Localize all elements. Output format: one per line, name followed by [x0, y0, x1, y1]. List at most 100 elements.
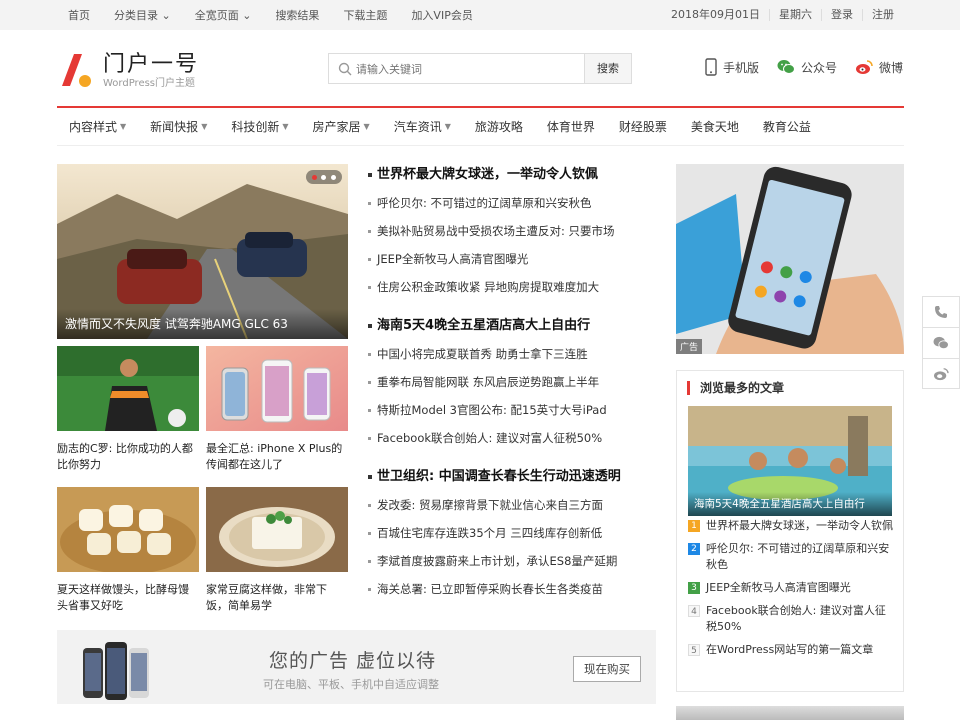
logo-icon[interactable] [62, 50, 94, 90]
nav-item-auto[interactable]: 汽车资讯 ▼ [382, 118, 463, 135]
phone-icon [705, 58, 717, 76]
thumb-title[interactable]: 最全汇总: iPhone X Plus的传闻都在这儿了 [206, 441, 348, 473]
thumb-card[interactable]: 家常豆腐这样做，非常下饭，简单易学 [206, 487, 348, 614]
main-nav: 内容样式 ▼ 新闻快报 ▼ 科技创新 ▼ 房产家居 ▼ 汽车资讯 ▼ 旅游攻略 体育世界 … [57, 106, 904, 146]
thumb-card[interactable]: 励志的C罗: 比你成功的人都比你努力 [57, 346, 199, 473]
news-item[interactable]: 呼伦贝尔: 不可错过的辽阔草原和兴安秋色 [368, 192, 656, 220]
top-nav-vip[interactable]: 加入VIP会员 [411, 7, 472, 23]
thumb-title[interactable]: 夏天这样做馒头，比酵母馒头省事又好吃 [57, 582, 199, 614]
register-link[interactable]: 注册 [862, 9, 903, 21]
chevron-down-icon: ▼ [444, 122, 451, 131]
hot-list-item[interactable]: 3 JEEP全新牧马人高清官图曝光 [688, 580, 893, 596]
hot-list-item[interactable]: 1 世界杯最大牌女球迷，一举动令人钦佩 [688, 518, 893, 534]
rank-badge: 5 [688, 644, 700, 656]
nav-item-sports[interactable]: 体育世界 [535, 118, 607, 135]
wechat-icon [933, 336, 949, 350]
chevron-down-icon: ▼ [282, 122, 289, 131]
floating-toolbar [922, 296, 960, 389]
featured-slider[interactable]: 激情而又不失风度 试驾奔驰AMG GLC 63 [57, 164, 348, 339]
thumb-image-iphones [206, 346, 348, 431]
nav-item-realestate[interactable]: 房产家居 ▼ [301, 118, 382, 135]
chevron-down-icon: ▼ [120, 122, 127, 131]
thumb-image-ronaldo [57, 346, 199, 431]
hot-list: 1 世界杯最大牌女球迷，一举动令人钦佩 2 呼伦贝尔: 不可错过的辽阔草原和兴安秋色… [688, 518, 893, 658]
news-headline[interactable]: 世卫组织: 中国调查长春长生行动迅速透明 [368, 466, 656, 494]
side-ad-image [676, 164, 904, 354]
mobile-link[interactable]: 手机版 [705, 58, 759, 76]
rank-badge: 1 [688, 520, 700, 532]
hot-articles-widget: 浏览最多的文章 海南5天4晚全五星酒店高大上自由行 1 世界杯最大牌女球迷，一举动… [676, 370, 904, 692]
news-item[interactable]: 发改委: 贸易摩擦背景下就业信心来自三方面 [368, 494, 656, 522]
weekday-text: 星期六 [769, 9, 821, 21]
search-box: 搜索 [328, 53, 632, 84]
buy-now-button[interactable]: 现在购买 [573, 656, 641, 682]
news-item[interactable]: 住房公积金政策收紧 异地购房提取难度加大 [368, 276, 656, 304]
top-nav-categories[interactable]: 分类目录 ⌄ [114, 7, 171, 23]
float-wechat-button[interactable] [922, 327, 960, 358]
hot-featured[interactable]: 海南5天4晚全五星酒店高大上自由行 [688, 406, 892, 516]
thumb-card[interactable]: 最全汇总: iPhone X Plus的传闻都在这儿了 [206, 346, 348, 473]
wechat-link[interactable]: 公众号 [777, 59, 837, 76]
news-item[interactable]: 美拟补贴贸易战中受损农场主遭反对: 只要市场 [368, 220, 656, 248]
top-nav-home[interactable]: 首页 [68, 7, 90, 23]
wechat-icon [777, 60, 795, 74]
mobile-link-label: 手机版 [722, 60, 759, 75]
thumb-card[interactable]: 夏天这样做馒头，比酵母馒头省事又好吃 [57, 487, 199, 614]
rank-badge: 2 [688, 543, 700, 555]
top-nav-download[interactable]: 下载主题 [343, 7, 387, 23]
top-right: 2018年09月01日 星期六 登录 注册 [662, 0, 903, 30]
login-link[interactable]: 登录 [821, 9, 862, 21]
top-nav-fullwidth[interactable]: 全宽页面 ⌄ [195, 7, 252, 23]
slider-dot[interactable] [321, 174, 327, 180]
hot-list-item[interactable]: 4 Facebook联合创始人: 建议对富人征税50% [688, 603, 893, 635]
news-item[interactable]: JEEP全新牧马人高清官图曝光 [368, 248, 656, 276]
news-list: 世界杯最大牌女球迷，一举动令人钦佩 呼伦贝尔: 不可错过的辽阔草原和兴安秋色 美… [368, 164, 656, 606]
hot-list-item[interactable]: 2 呼伦贝尔: 不可错过的辽阔草原和兴安秋色 [688, 541, 893, 573]
side-ad[interactable]: 广告 [676, 164, 904, 354]
slider-dot[interactable] [330, 174, 336, 180]
float-phone-button[interactable] [922, 296, 960, 327]
slider-caption[interactable]: 激情而又不失风度 试驾奔驰AMG GLC 63 [57, 309, 348, 339]
news-item[interactable]: 海关总署: 已立即暂停采购长春长生各类疫苗 [368, 578, 656, 606]
news-item[interactable]: 百城住宅库存连跌35个月 三四线库存创新低 [368, 522, 656, 550]
search-button[interactable]: 搜索 [584, 54, 631, 83]
weibo-link[interactable]: 微博 [855, 59, 903, 76]
nav-item-tech[interactable]: 科技创新 ▼ [219, 118, 300, 135]
news-item[interactable]: 重拳布局智能网联 东风启辰逆势跑赢上半年 [368, 371, 656, 399]
wechat-link-label: 公众号 [800, 60, 837, 75]
hot-list-item[interactable]: 5 在WordPress网站写的第一篇文章 [688, 642, 893, 658]
top-nav: 首页 分类目录 ⌄ 全宽页面 ⌄ 搜索结果 下载主题 加入VIP会员 [68, 0, 497, 30]
rank-badge: 3 [688, 582, 700, 594]
nav-item-finance[interactable]: 财经股票 [607, 118, 679, 135]
rank-badge: 4 [688, 605, 700, 617]
ad-title: 您的广告 虚位以待 [269, 650, 437, 672]
news-item[interactable]: Facebook联合创始人: 建议对富人征税50% [368, 427, 656, 455]
search-icon [338, 62, 352, 76]
slider-dot[interactable] [312, 174, 318, 180]
top-nav-search-results[interactable]: 搜索结果 [275, 7, 319, 23]
thumb-image-buns [57, 487, 199, 574]
nav-item-food[interactable]: 美食天地 [679, 118, 751, 135]
ad-banner[interactable]: 您的广告 虚位以待 可在电脑、平板、手机中自适应调整 现在购买 [57, 630, 656, 704]
nav-item-content-style[interactable]: 内容样式 ▼ [57, 118, 138, 135]
phone-call-icon [935, 306, 947, 318]
weibo-icon [934, 367, 949, 380]
hot-featured-caption: 海南5天4晚全五星酒店高大上自由行 [688, 492, 892, 516]
slider-dots[interactable] [306, 170, 342, 184]
chevron-down-icon: ▼ [201, 122, 208, 131]
nav-item-news[interactable]: 新闻快报 ▼ [138, 118, 219, 135]
news-item[interactable]: 中国小将完成夏联首秀 助勇士拿下三连胜 [368, 343, 656, 371]
search-input[interactable] [356, 58, 606, 80]
news-item[interactable]: 李斌首度披露蔚来上市计划，承认ES8量产延期 [368, 550, 656, 578]
float-weibo-button[interactable] [922, 358, 960, 389]
chevron-down-icon: ▼ [363, 122, 370, 131]
news-headline[interactable]: 世界杯最大牌女球迷，一举动令人钦佩 [368, 164, 656, 192]
widget-title: 浏览最多的文章 [687, 381, 784, 395]
news-headline[interactable]: 海南5天4晚全五星酒店高大上自由行 [368, 315, 656, 343]
nav-item-travel[interactable]: 旅游攻略 [463, 118, 535, 135]
thumb-title[interactable]: 家常豆腐这样做，非常下饭，简单易学 [206, 582, 348, 614]
thumb-title[interactable]: 励志的C罗: 比你成功的人都比你努力 [57, 441, 199, 473]
nav-item-education[interactable]: 教育公益 [751, 118, 823, 135]
news-item[interactable]: 特斯拉Model 3官图公布: 配15英寸大号iPad [368, 399, 656, 427]
date-text: 2018年09月01日 [671, 8, 760, 21]
